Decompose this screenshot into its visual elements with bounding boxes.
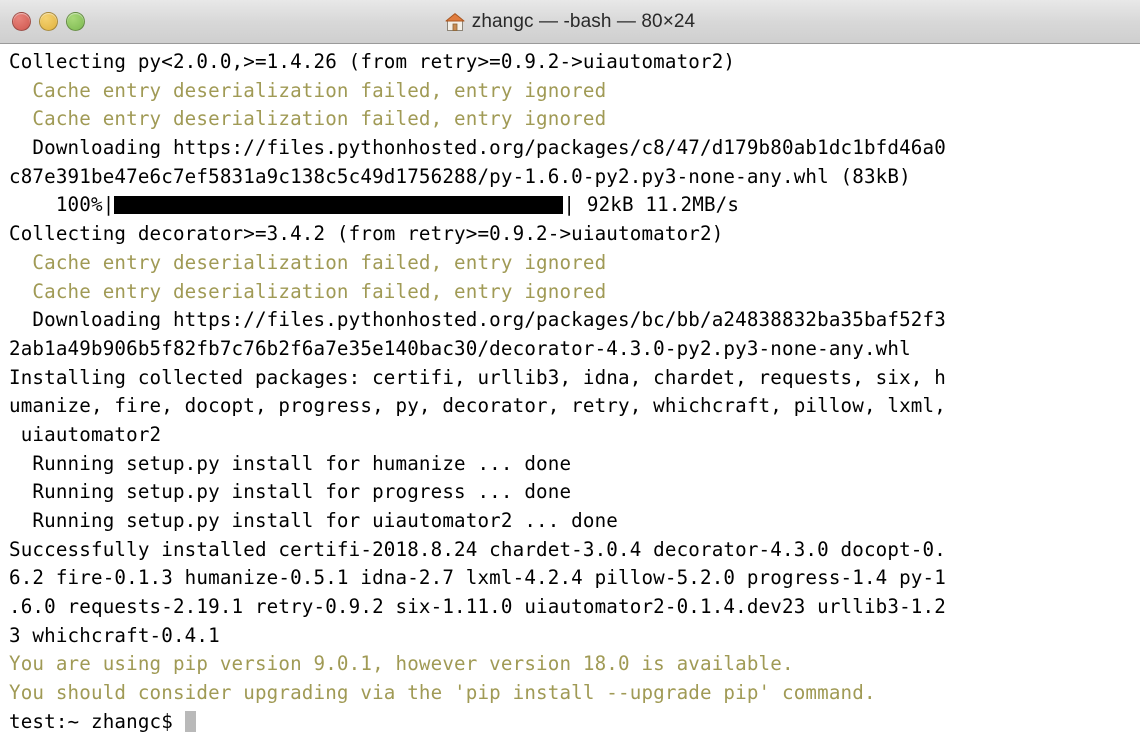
window-title: zhangc — -bash — 80×24: [471, 10, 696, 32]
text-cursor: [184, 710, 196, 732]
terminal-line: 2ab1a49b906b5f82fb7c76b2f6a7e35e140bac30…: [9, 336, 911, 360]
terminal-line: Cache entry deserialization failed, entr…: [9, 279, 607, 303]
terminal-line: Cache entry deserialization failed, entr…: [9, 78, 607, 102]
terminal-line: .6.0 requests-2.19.1 retry-0.9.2 six-1.1…: [9, 595, 946, 619]
progress-bar-fill: [114, 196, 564, 215]
terminal-line: You should consider upgrading via the 'p…: [9, 681, 876, 705]
terminal-line: You are using pip version 9.0.1, however…: [9, 652, 794, 676]
minimize-button[interactable]: [39, 12, 58, 31]
shell-prompt: test:~ zhangc$: [9, 709, 185, 732]
terminal-line: Cache entry deserialization failed, entr…: [9, 107, 607, 131]
progress-trailing-text: 92kB 11.2MB/s: [575, 193, 740, 217]
terminal-line: Successfully installed certifi-2018.8.24…: [9, 537, 946, 561]
terminal-line: Installing collected packages: certifi, …: [9, 365, 946, 389]
terminal-line: Running setup.py install for progress ..…: [9, 480, 572, 504]
terminal-line: c87e391be47e6c7ef5831a9c138c5c49d1756288…: [9, 164, 911, 188]
terminal-line: 6.2 fire-0.1.3 humanize-0.5.1 idna-2.7 l…: [9, 566, 946, 590]
download-progress-line: 100%| | 92kB 11.2MB/s: [9, 191, 1140, 220]
title-center-group: zhangc — -bash — 80×24: [0, 0, 1140, 43]
progress-bar-open-delimiter: |: [102, 193, 115, 217]
terminal-lines: Collecting py<2.0.0,>=1.4.26 (from retry…: [0, 48, 1140, 732]
close-button[interactable]: [12, 12, 31, 31]
zoom-button[interactable]: [66, 12, 85, 31]
terminal-line: Collecting py<2.0.0,>=1.4.26 (from retry…: [9, 50, 736, 73]
terminal-line: uiautomator2: [9, 422, 162, 446]
terminal-line: Cache entry deserialization failed, entr…: [9, 250, 607, 274]
progress-bar-close-delimiter: |: [563, 193, 576, 217]
terminal-line: Running setup.py install for uiautomator…: [9, 509, 619, 532]
terminal-line: Collecting decorator>=3.4.2 (from retry>…: [9, 222, 724, 246]
title-bar[interactable]: zhangc — -bash — 80×24: [0, 0, 1140, 44]
terminal-line: Downloading https://files.pythonhosted.o…: [9, 136, 946, 160]
terminal-line: Running setup.py install for humanize ..…: [9, 451, 572, 475]
terminal-output-area[interactable]: Collecting py<2.0.0,>=1.4.26 (from retry…: [0, 44, 1140, 732]
shell-prompt-line[interactable]: test:~ zhangc$: [9, 708, 1140, 732]
terminal-line: Downloading https://files.pythonhosted.o…: [9, 308, 946, 332]
window-controls: [0, 12, 85, 31]
terminal-window: zhangc — -bash — 80×24 Collecting py<2.0…: [0, 0, 1140, 732]
terminal-line: umanize, fire, docopt, progress, py, dec…: [9, 394, 946, 418]
progress-percent-label: 100%: [9, 193, 103, 217]
home-icon: [445, 12, 465, 31]
terminal-line: 3 whichcraft-0.4.1: [9, 623, 220, 647]
